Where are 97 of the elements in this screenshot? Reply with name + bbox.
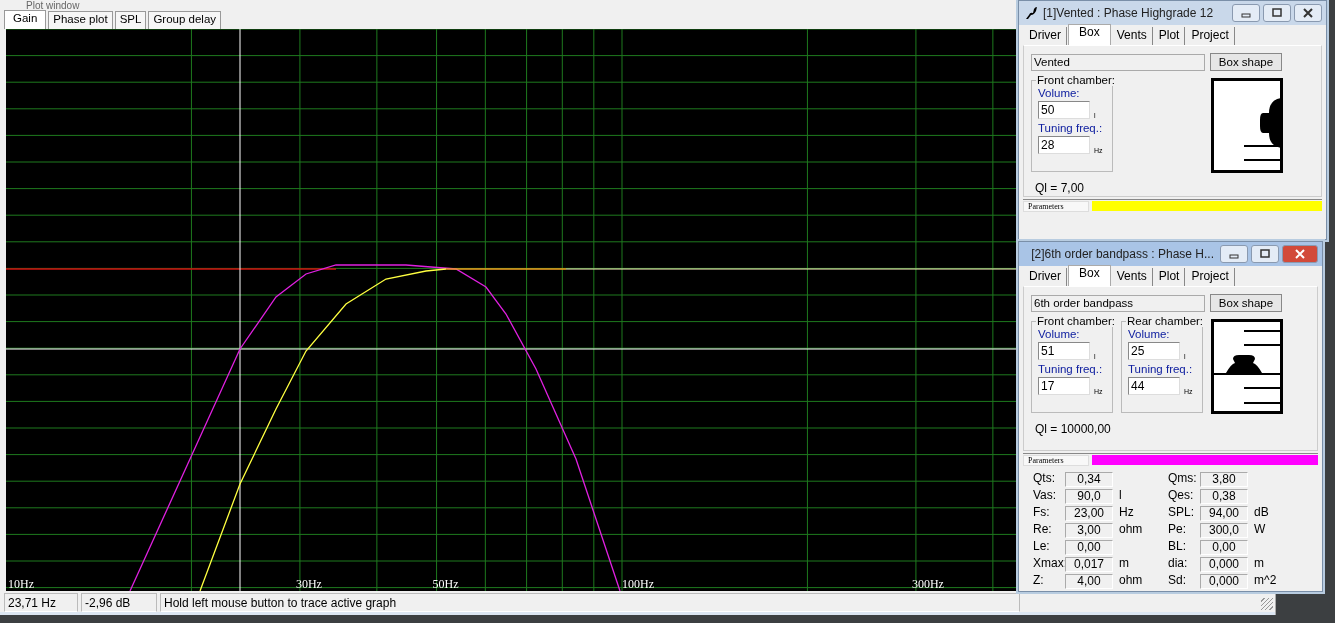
parameter-label: Qms: [1168,472,1198,487]
section-label: Parameters [1023,201,1089,212]
maximize-icon [1259,249,1271,259]
tab[interactable]: Driver [1024,268,1067,286]
tuning-field[interactable]: 44 [1128,377,1180,395]
parameter-label: BL: [1168,540,1187,555]
app-icon [1025,6,1037,20]
parameter-label: Sd: [1168,574,1187,589]
status-text: Hold left mouse button to trace active graph [160,593,1020,612]
parameter-value: 90,0 [1065,489,1113,504]
tab[interactable]: Box [1068,265,1111,286]
parameter-value: 4,00 [1065,574,1113,589]
parameter-value: 0,00 [1200,540,1248,555]
field-label: Volume: [1128,328,1171,340]
unit-label: ohm [1118,523,1144,538]
maximize-button[interactable] [1263,4,1291,22]
unit-label: Hz [1118,506,1135,521]
unit-label: m [1253,557,1265,572]
parameter-value: 0,00 [1065,540,1113,555]
parameter-value: 94,00 [1200,506,1248,521]
ql-text: Ql = 7,00 [1034,181,1086,195]
tab[interactable]: Phase plot [48,11,113,29]
tab[interactable]: Vents [1111,268,1153,286]
tab[interactable]: Gain [4,10,47,29]
window-title: Plot window [25,0,80,12]
close-icon [1294,249,1306,259]
box-type-field: 6th order bandpass [1031,294,1205,312]
tab[interactable]: Driver [1024,27,1067,45]
status-text: 23,71 Hz [4,593,78,612]
ql-text: Ql = 10000,00 [1034,422,1112,436]
parameter-label: Xmax: [1033,557,1065,572]
tab[interactable]: Plot [1153,268,1186,286]
parameter-value: 0,017 [1065,557,1113,572]
unit-label: ohm [1118,574,1144,589]
box-shape-button[interactable]: Box shape [1210,53,1282,71]
tab[interactable]: Box [1068,24,1111,45]
close-icon [1302,8,1314,18]
status-text: -2,96 dB [81,593,157,612]
parameter-label: Vas: [1033,489,1058,504]
box-type-field: Vented [1031,53,1205,71]
unit-label: m^2 [1253,574,1278,589]
parameter-label: Qes: [1168,489,1195,504]
parameter-value: 23,00 [1065,506,1113,521]
parameter-label: Qts: [1033,472,1056,487]
tab[interactable]: Group delay [148,11,222,29]
parameter-value: 0,34 [1065,472,1113,487]
axis-label: 100Hz [622,578,654,591]
section-label: Parameters [1023,455,1089,466]
parameter-value: 0,000 [1200,557,1248,572]
parameter-label: Fs: [1033,506,1051,521]
group-label: Rear chamber: [1126,315,1205,327]
volume-field[interactable]: 50 [1038,101,1090,119]
unit-label: l [1118,489,1123,504]
close-button[interactable] [1294,4,1322,22]
resize-grip-icon[interactable] [1261,598,1273,610]
parameter-label: Pe: [1168,523,1187,538]
volume-field[interactable]: 51 [1038,342,1090,360]
parameter-label: SPL: [1168,506,1195,521]
field-label: Tuning freq.: [1038,122,1104,134]
axis-label: 50Hz [432,578,459,591]
maximize-button[interactable] [1251,245,1279,263]
parameter-value: 0,38 [1200,489,1248,504]
axis-label: 30Hz [295,578,322,591]
tab[interactable]: Project [1186,268,1235,286]
axis-label: 10Hz [8,578,34,591]
group-label: Front chamber: [1036,315,1116,327]
tab[interactable]: Plot [1153,27,1186,45]
minimize-button[interactable] [1232,4,1260,22]
minimize-button[interactable] [1220,245,1248,263]
tab[interactable]: SPL [114,11,147,29]
volume-field[interactable]: 25 [1128,342,1180,360]
tuning-field[interactable]: 17 [1038,377,1090,395]
box-shape-button[interactable]: Box shape [1210,294,1282,312]
parameter-label: dia: [1168,557,1189,572]
group-label: Front chamber: [1036,74,1116,86]
parameter-label: Z: [1033,574,1045,589]
field-label: Volume: [1038,87,1081,99]
tab[interactable]: Project [1186,27,1235,45]
axis-label: 300Hz [911,578,944,591]
parameter-label: Le: [1033,540,1051,555]
parameter-value: 300,0 [1200,523,1248,538]
parameter-label: Re: [1033,523,1053,538]
maximize-icon [1271,8,1283,18]
parameter-value: 3,00 [1065,523,1113,538]
parameter-value: 0,000 [1200,574,1248,589]
unit-label: dB [1253,506,1270,521]
tuning-field[interactable]: 28 [1038,136,1090,154]
field-label: Tuning freq.: [1128,363,1194,375]
field-label: Tuning freq.: [1038,363,1104,375]
unit-label: m [1118,557,1130,572]
unit-label: W [1253,523,1267,538]
field-label: Volume: [1038,328,1081,340]
window-title: [1]Vented : Phase Highgrade 12 [1043,6,1214,20]
window-title: [2]6th order bandpass : Phase H... [1031,247,1214,261]
frequency-response-graph[interactable] [6,29,1016,591]
tab[interactable]: Vents [1111,27,1153,45]
parameter-value: 3,80 [1200,472,1248,487]
